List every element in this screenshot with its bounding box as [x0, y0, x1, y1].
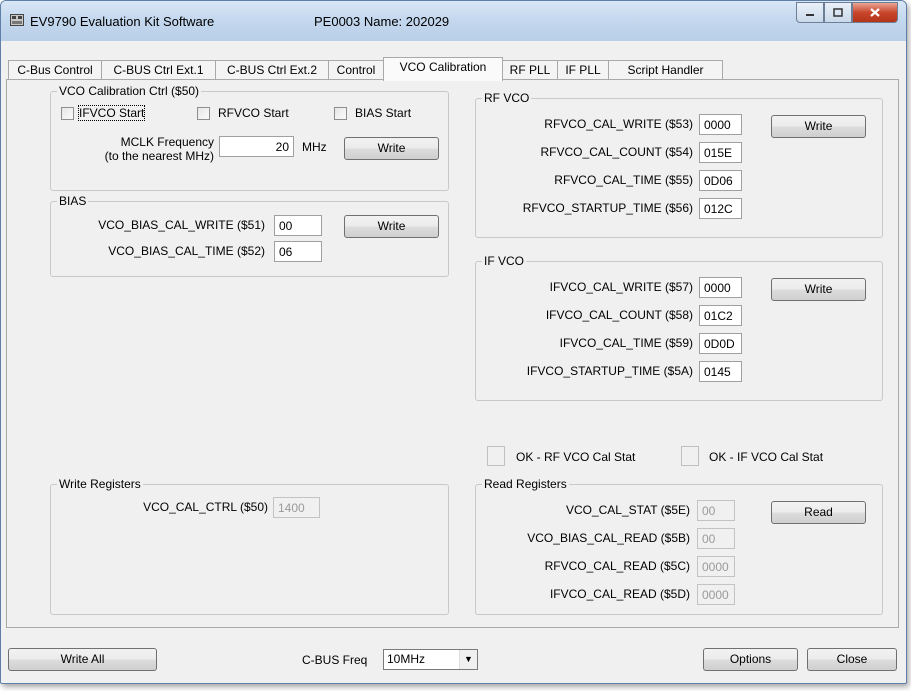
- close-icon: [870, 8, 880, 17]
- vco-bias-cal-read-label: VCO_BIAS_CAL_READ ($5B): [527, 531, 690, 545]
- ifvco-startup-time-label: IFVCO_STARTUP_TIME ($5A): [526, 364, 693, 378]
- ifvco-cal-count-label: IFVCO_CAL_COUNT ($58): [545, 308, 693, 322]
- tab-c-bus-ctrl-ext1[interactable]: C-BUS Ctrl Ext.1: [101, 60, 216, 80]
- rfvco-startup-time-input[interactable]: [699, 198, 742, 219]
- close-window-button[interactable]: [852, 2, 898, 23]
- bias-legend: BIAS: [59, 194, 87, 208]
- app-icon: [10, 14, 24, 26]
- rfvco-start-checkbox[interactable]: [197, 107, 210, 120]
- if-vco-write-button[interactable]: Write: [771, 278, 866, 301]
- rf-vco-cal-stat-label: OK - RF VCO Cal Stat: [516, 450, 636, 464]
- bias-start-label: BIAS Start: [355, 106, 412, 120]
- ifvco-cal-read-label: IFVCO_CAL_READ ($5D): [549, 587, 690, 601]
- vco-bias-cal-read-readonly: [697, 528, 735, 549]
- minimize-button[interactable]: [796, 2, 824, 23]
- rfvco-startup-time-label: RFVCO_STARTUP_TIME ($56): [522, 201, 693, 215]
- tab-vco-calibration[interactable]: VCO Calibration: [383, 57, 503, 81]
- vco-cal-ctrl-readonly: [273, 497, 320, 518]
- write-registers-legend: Write Registers: [59, 477, 141, 491]
- rfvco-cal-read-label: RFVCO_CAL_READ ($5C): [544, 559, 690, 573]
- vco-bias-cal-time-input[interactable]: [274, 241, 322, 262]
- mclk-frequency-label: MCLK Frequency: [120, 135, 214, 149]
- rfvco-cal-count-input[interactable]: [699, 142, 742, 163]
- chevron-down-icon[interactable]: ▼: [459, 650, 477, 669]
- tab-c-bus-control[interactable]: C-Bus Control: [8, 60, 102, 80]
- bias-start-checkbox[interactable]: [334, 107, 347, 120]
- ifvco-cal-write-label: IFVCO_CAL_WRITE ($57): [549, 280, 693, 294]
- bias-group: BIAS VCO_BIAS_CAL_WRITE ($51) Write VCO_…: [50, 195, 449, 277]
- ifvco-cal-read-readonly: [697, 584, 735, 605]
- rfvco-cal-read-readonly: [697, 556, 735, 577]
- tab-control[interactable]: Control: [328, 60, 384, 80]
- write-all-button[interactable]: Write All: [8, 648, 157, 671]
- close-button[interactable]: Close: [807, 648, 897, 671]
- cbus-freq-value: 10MHz: [387, 652, 426, 666]
- if-vco-legend: IF VCO: [484, 254, 525, 268]
- vco-cal-stat-readonly: [697, 500, 735, 521]
- if-vco-group: IF VCO IFVCO_CAL_WRITE ($57) Write IFVCO…: [475, 255, 883, 401]
- bias-write-button[interactable]: Write: [344, 215, 439, 238]
- vco-bias-cal-time-label: VCO_BIAS_CAL_TIME ($52): [108, 244, 265, 258]
- cbus-freq-select[interactable]: 10MHz ▼: [383, 649, 478, 670]
- cbus-freq-label: C-BUS Freq: [302, 653, 368, 667]
- write-registers-group: Write Registers VCO_CAL_CTRL ($50): [50, 478, 449, 615]
- ifvco-startup-time-input[interactable]: [699, 361, 742, 382]
- rf-vco-legend: RF VCO: [484, 91, 530, 105]
- rf-vco-group: RF VCO RFVCO_CAL_WRITE ($53) Write RFVCO…: [475, 92, 883, 238]
- ifvco-cal-time-input[interactable]: [699, 333, 742, 354]
- vco-cal-ctrl-group: VCO Calibration Ctrl ($50) IFVCO Start R…: [50, 85, 449, 191]
- ifvco-cal-count-input[interactable]: [699, 305, 742, 326]
- mclk-unit-label: MHz: [302, 140, 327, 154]
- caption-buttons: [796, 2, 898, 23]
- ifvco-cal-write-input[interactable]: [699, 277, 742, 298]
- read-registers-group: Read Registers VCO_CAL_STAT ($5E) Read V…: [475, 478, 883, 615]
- mclk-frequency-input[interactable]: [219, 136, 294, 157]
- ifvco-cal-time-label: IFVCO_CAL_TIME ($59): [559, 336, 693, 350]
- read-button[interactable]: Read: [771, 501, 866, 524]
- tab-script-handler[interactable]: Script Handler: [608, 60, 723, 80]
- window-subtitle: PE0003 Name: 202029: [314, 14, 450, 29]
- tab-rf-pll[interactable]: RF PLL: [502, 60, 558, 80]
- vco-cal-stat-label: VCO_CAL_STAT ($5E): [565, 503, 690, 517]
- vco-cal-ctrl-legend: VCO Calibration Ctrl ($50): [59, 84, 200, 98]
- rfvco-cal-time-input[interactable]: [699, 170, 742, 191]
- mclk-frequency-sublabel: (to the nearest MHz): [104, 149, 214, 163]
- maximize-icon: [833, 8, 843, 17]
- vco-calibration-panel: VCO Calibration Ctrl ($50) IFVCO Start R…: [6, 79, 899, 628]
- read-registers-legend: Read Registers: [484, 477, 567, 491]
- tab-c-bus-ctrl-ext2[interactable]: C-BUS Ctrl Ext.2: [215, 60, 329, 80]
- rfvco-cal-time-label: RFVCO_CAL_TIME ($55): [554, 173, 693, 187]
- vco-cal-ctrl-write-button[interactable]: Write: [344, 137, 439, 160]
- tab-if-pll[interactable]: IF PLL: [557, 60, 609, 80]
- ifvco-start-checkbox[interactable]: [61, 107, 74, 120]
- if-vco-cal-stat-label: OK - IF VCO Cal Stat: [709, 450, 824, 464]
- rfvco-cal-write-label: RFVCO_CAL_WRITE ($53): [544, 117, 693, 131]
- rf-vco-write-button[interactable]: Write: [771, 115, 866, 138]
- vco-bias-cal-write-label: VCO_BIAS_CAL_WRITE ($51): [98, 218, 265, 232]
- window-title: EV9790 Evaluation Kit Software: [30, 14, 215, 29]
- rfvco-start-label: RFVCO Start: [218, 106, 289, 120]
- vco-bias-cal-write-input[interactable]: [274, 215, 322, 236]
- client-area: C-Bus Control C-BUS Ctrl Ext.1 C-BUS Ctr…: [5, 41, 902, 678]
- vco-cal-ctrl-label: VCO_CAL_CTRL ($50): [143, 500, 268, 514]
- rfvco-cal-count-label: RFVCO_CAL_COUNT ($54): [540, 145, 693, 159]
- rf-vco-cal-stat-indicator: [487, 446, 505, 466]
- options-button[interactable]: Options: [703, 648, 798, 671]
- app-window: EV9790 Evaluation Kit Software PE0003 Na…: [0, 0, 907, 684]
- if-vco-cal-stat-indicator: [681, 446, 699, 466]
- maximize-button[interactable]: [824, 2, 852, 23]
- ifvco-start-label: IFVCO Start: [77, 105, 146, 121]
- rfvco-cal-write-input[interactable]: [699, 114, 742, 135]
- minimize-icon: [806, 13, 814, 16]
- title-bar[interactable]: EV9790 Evaluation Kit Software PE0003 Na…: [1, 1, 906, 41]
